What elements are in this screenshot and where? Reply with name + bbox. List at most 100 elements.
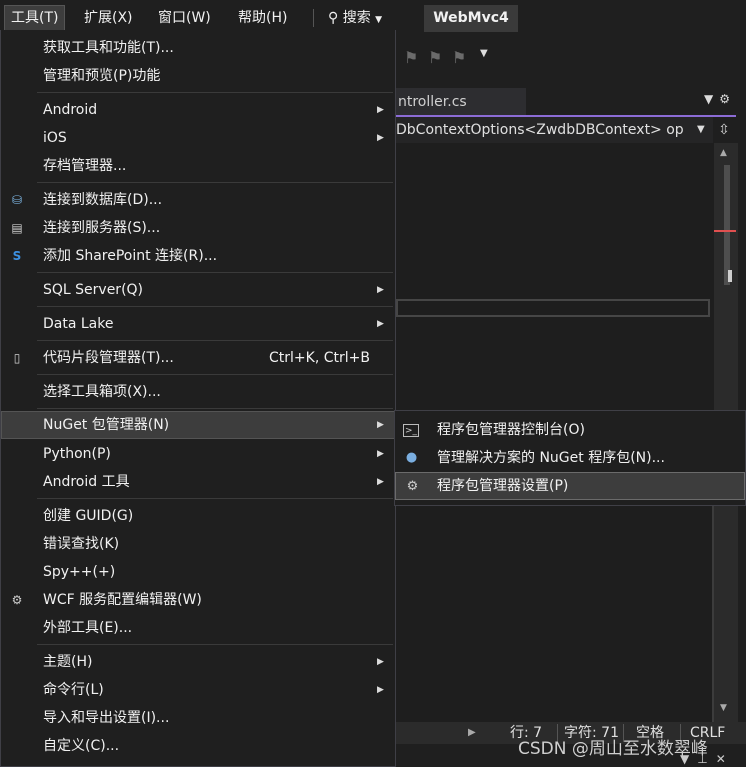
submenu-item-package-manager-console[interactable]: >_ 程序包管理器控制台(O): [395, 416, 745, 444]
menu-item-create-guid[interactable]: 创建 GUID(G): [1, 502, 395, 530]
menu-item-choose-toolbox-items[interactable]: 选择工具箱项(X)...: [1, 378, 395, 406]
menu-item-manage-preview-features[interactable]: 管理和预览(P)功能: [1, 62, 395, 90]
close-icon[interactable]: ✕: [716, 752, 734, 766]
gear-icon: ⚙: [406, 479, 419, 494]
search-icon: ⚲: [328, 10, 339, 26]
toolbar-overflow-icon[interactable]: ▼: [480, 48, 488, 59]
menu-item-label: Android: [43, 102, 98, 118]
menu-item-label: 选择工具箱项(X)...: [43, 384, 161, 400]
menu-item-label: 代码片段管理器(T)...: [43, 350, 174, 366]
menu-item-error-lookup[interactable]: 错误查找(K): [1, 530, 395, 558]
menu-item-code-snippets-manager[interactable]: ▯ 代码片段管理器(T)... Ctrl+K, Ctrl+B: [1, 344, 395, 372]
scroll-up-icon[interactable]: ▲: [720, 148, 727, 158]
menu-item-label: 命令行(L): [43, 682, 104, 698]
search-button[interactable]: ⚲ 搜索 ▼: [328, 5, 382, 31]
scroll-down-icon[interactable]: ▼: [720, 703, 727, 713]
menu-item-label: 主题(H): [43, 654, 93, 670]
menu-item-android-tools[interactable]: Android 工具 ▶: [1, 468, 395, 496]
bookmark-prev-icon[interactable]: ⚑: [428, 48, 442, 67]
scrollbar-caret-marker: [714, 230, 736, 232]
menu-item-get-tools[interactable]: 获取工具和功能(T)...: [1, 34, 395, 62]
menu-item-wcf-config-editor[interactable]: ⚙ WCF 服务配置编辑器(W): [1, 586, 395, 614]
menu-separator: [37, 340, 393, 341]
menu-item-label: Spy++(+): [43, 564, 116, 580]
menu-item-sql-server[interactable]: SQL Server(Q) ▶: [1, 276, 395, 304]
menu-item-ios[interactable]: iOS ▶: [1, 124, 395, 152]
menu-window[interactable]: 窗口(W): [152, 5, 217, 31]
menu-separator: [37, 408, 393, 409]
menu-item-python[interactable]: Python(P) ▶: [1, 440, 395, 468]
menu-item-add-sharepoint[interactable]: S 添加 SharePoint 连接(R)...: [1, 242, 395, 270]
menu-separator: [37, 306, 393, 307]
toolbar: ⚑ ⚑ ⚑ ▼: [396, 36, 746, 76]
pin-icon[interactable]: ⊥: [697, 752, 715, 766]
menu-item-import-export-settings[interactable]: 导入和导出设置(I)...: [1, 704, 395, 732]
panel-controls: ▼⊥✕: [680, 752, 734, 766]
menu-separator: [37, 498, 393, 499]
menu-item-spy-plus-plus[interactable]: Spy++(+): [1, 558, 395, 586]
sharepoint-icon: S: [12, 249, 22, 263]
chevron-down-icon[interactable]: ▼: [697, 117, 713, 143]
menu-extensions[interactable]: 扩展(X): [78, 5, 139, 31]
tab-controller-file[interactable]: ntroller.cs: [396, 88, 526, 116]
submenu-item-label: 管理解决方案的 NuGet 程序包(N)...: [437, 450, 665, 466]
menu-item-connect-database[interactable]: ⛁ 连接到数据库(D)...: [1, 186, 395, 214]
submenu-item-manage-nuget-packages[interactable]: ● 管理解决方案的 NuGet 程序包(N)...: [395, 444, 745, 472]
submenu-arrow-icon: ▶: [377, 285, 384, 295]
submenu-arrow-icon: ▶: [377, 449, 384, 459]
submenu-arrow-icon: ▶: [377, 319, 384, 329]
menu-item-label: Android 工具: [43, 474, 130, 490]
menu-item-theme[interactable]: 主题(H) ▶: [1, 648, 395, 676]
menu-tools[interactable]: 工具(T): [4, 5, 66, 31]
wcf-config-icon: ⚙: [11, 593, 23, 607]
menu-item-connect-server[interactable]: ▤ 连接到服务器(S)...: [1, 214, 395, 242]
menu-item-customize[interactable]: 自定义(C)...: [1, 732, 395, 760]
submenu-arrow-icon: ▶: [377, 685, 384, 695]
dropdown-icon[interactable]: ▼: [680, 752, 697, 766]
nuget-submenu: >_ 程序包管理器控制台(O) ● 管理解决方案的 NuGet 程序包(N)..…: [394, 410, 746, 506]
submenu-item-label: 程序包管理器控制台(O): [437, 422, 585, 438]
menu-separator: [37, 182, 393, 183]
menu-item-data-lake[interactable]: Data Lake ▶: [1, 310, 395, 338]
scroll-right-icon[interactable]: ▶: [468, 722, 476, 744]
menu-help[interactable]: 帮助(H): [232, 5, 293, 31]
menu-item-label: 添加 SharePoint 连接(R)...: [43, 248, 218, 264]
menu-item-label: iOS: [43, 130, 67, 146]
submenu-arrow-icon: ▶: [377, 477, 384, 487]
member-navigation-dropdown[interactable]: DbContextOptions<ZwdbDBContext> op: [396, 117, 712, 143]
menu-item-label: 获取工具和功能(T)...: [43, 40, 174, 56]
split-editor-icon[interactable]: ⇳: [714, 119, 734, 141]
tab-dropdown-icon[interactable]: ▼: [704, 92, 719, 106]
menu-item-label: 外部工具(E)...: [43, 620, 133, 636]
search-label: 搜索: [342, 10, 371, 26]
code-snippet-icon: ▯: [13, 351, 21, 365]
tab-tools: ▼⚙: [704, 92, 736, 106]
menu-item-android[interactable]: Android ▶: [1, 96, 395, 124]
submenu-arrow-icon: ▶: [377, 133, 384, 143]
menu-item-command-line[interactable]: 命令行(L) ▶: [1, 676, 395, 704]
bookmark-icon[interactable]: ⚑: [404, 48, 418, 67]
server-connect-icon: ▤: [11, 221, 23, 235]
menu-item-external-tools[interactable]: 外部工具(E)...: [1, 614, 395, 642]
settings-gear-icon[interactable]: ⚙: [719, 92, 736, 106]
menu-item-label: WCF 服务配置编辑器(W): [43, 592, 202, 608]
submenu-item-label: 程序包管理器设置(P): [437, 478, 569, 494]
menu-item-label: Python(P): [43, 446, 111, 462]
menu-item-archive-manager[interactable]: 存档管理器...: [1, 152, 395, 180]
menu-item-label: 导入和导出设置(I)...: [43, 710, 170, 726]
document-tabs: ntroller.cs ▼⚙: [396, 86, 746, 116]
menu-item-nuget-package-manager[interactable]: NuGet 包管理器(N) ▶: [1, 411, 395, 439]
nuget-package-icon: ●: [405, 450, 418, 465]
scrollbar-thumb[interactable]: [724, 165, 730, 285]
submenu-arrow-icon: ▶: [377, 105, 384, 115]
scrollbar-marker: [728, 270, 732, 282]
menu-item-label: NuGet 包管理器(N): [43, 417, 170, 433]
submenu-item-package-manager-settings[interactable]: ⚙ 程序包管理器设置(P): [395, 472, 745, 500]
menubar-divider: [313, 9, 314, 27]
menu-separator: [37, 92, 393, 93]
submenu-arrow-icon: ▶: [377, 657, 384, 667]
bookmark-next-icon[interactable]: ⚑: [452, 48, 466, 67]
menu-item-label: 创建 GUID(G): [43, 508, 134, 524]
menu-item-label: 连接到服务器(S)...: [43, 220, 161, 236]
menu-item-label: 管理和预览(P)功能: [43, 68, 161, 84]
